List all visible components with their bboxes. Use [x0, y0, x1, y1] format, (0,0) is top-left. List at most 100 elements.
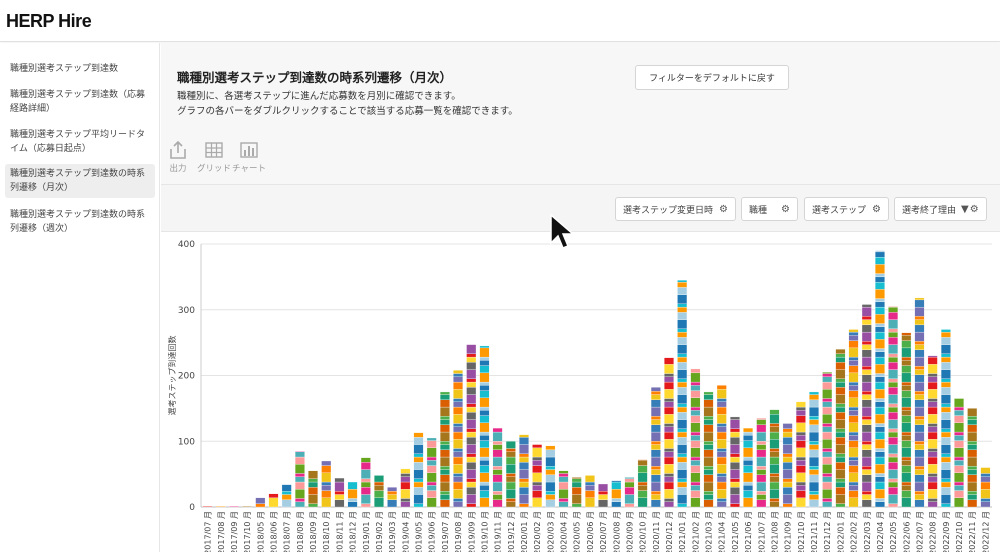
- chart-bar-2019/05[interactable]: [413, 432, 424, 508]
- bar-segment: [822, 439, 833, 449]
- chart-bar-2022/11[interactable]: [967, 408, 978, 508]
- chart-bar-2022/03[interactable]: [861, 304, 872, 508]
- chart-bar-2019/08[interactable]: [453, 370, 463, 508]
- chart-bar-2019/02[interactable]: [374, 475, 384, 508]
- chart-bar-2022/02[interactable]: [848, 329, 859, 508]
- chart-bar-2019/06[interactable]: [426, 437, 437, 508]
- chart-bar-2019/10[interactable]: [479, 345, 490, 508]
- chart-bar-2019/03[interactable]: [387, 487, 398, 508]
- app-logo[interactable]: HERP Hire: [6, 11, 92, 32]
- chart-bar-2020/03[interactable]: [545, 445, 556, 508]
- bar-segment: [782, 469, 793, 479]
- chart-bar-2018/05[interactable]: [255, 497, 266, 508]
- bar-segment: [835, 478, 846, 483]
- chart-bar-2021/05[interactable]: [730, 416, 740, 508]
- chart-bar-2020/07[interactable]: [598, 483, 608, 508]
- grid-view-button[interactable]: グリッド: [197, 140, 231, 174]
- chart-view-button[interactable]: チャート: [231, 140, 267, 174]
- chart-bar-2022/12[interactable]: [980, 467, 991, 508]
- chart-bar-2020/10[interactable]: [637, 459, 648, 508]
- filter-date-button[interactable]: 選考ステップ変更日時 ⚙: [615, 197, 736, 221]
- chart-bar-2018/09[interactable]: [308, 470, 318, 508]
- chart-bar-2021/08[interactable]: [769, 409, 780, 508]
- bar-segment: [677, 294, 688, 304]
- chart-bar-2020/08[interactable]: [611, 480, 622, 508]
- bar-segment: [875, 464, 885, 474]
- chart-bar-2019/01[interactable]: [360, 457, 371, 508]
- bar-segment: [439, 406, 450, 417]
- chart-bar-2022/07[interactable]: [914, 297, 925, 508]
- chart-bar-2020/02[interactable]: [532, 444, 543, 508]
- bar-segment: [940, 444, 951, 454]
- chart-bar-2018/12[interactable]: [347, 481, 358, 508]
- chart-bar-2020/11[interactable]: [650, 387, 661, 508]
- bar-segment: [769, 481, 780, 490]
- chart-bar-2022/08[interactable]: [927, 355, 938, 508]
- bar-segment: [940, 369, 951, 379]
- chart-bar-2020/09[interactable]: [624, 477, 635, 508]
- chart-bar-2021/03[interactable]: [703, 391, 714, 508]
- chart-bar-2017/10[interactable]: [242, 506, 253, 508]
- sidebar-item-lead-time[interactable]: 職種別選考ステップ平均リードタイム（応募日起点）: [5, 125, 155, 159]
- bar-segment: [439, 444, 450, 450]
- bar-segment: [716, 473, 727, 477]
- sidebar-item-step-count-source[interactable]: 職種別選考ステップ到達数（応募経路詳細）: [5, 85, 155, 119]
- sidebar-item-monthly-trend[interactable]: 職種別選考ステップ到達数の時系列遷移（月次）: [5, 164, 155, 198]
- reset-filters-button[interactable]: フィルターをデフォルトに戻す: [635, 65, 789, 90]
- chart-bar-2021/06[interactable]: [743, 427, 754, 508]
- chart-bar-2022/01[interactable]: [835, 349, 846, 508]
- chart-bar-2018/08[interactable]: [294, 450, 305, 508]
- chart-bar-2017/09[interactable]: [229, 506, 239, 508]
- chart-bar-2018/10[interactable]: [321, 460, 332, 508]
- chart-bar-2021/09[interactable]: [782, 423, 793, 508]
- bar-segment: [901, 415, 912, 423]
- filter-step-button[interactable]: 選考ステップ ⚙: [804, 197, 889, 221]
- chart-bar-2021/12[interactable]: [822, 372, 833, 508]
- chart-bar-2018/11[interactable]: [334, 477, 345, 508]
- sidebar-item-weekly-trend[interactable]: 職種別選考ステップ到達数の時系列遷移（週次）: [5, 205, 155, 239]
- filter-job-button[interactable]: 職種 ⚙: [741, 197, 798, 221]
- bar-segment: [940, 478, 951, 483]
- bar-segment: [967, 456, 978, 467]
- chart-bar-2019/12[interactable]: [505, 441, 516, 508]
- chart-bar-2022/05[interactable]: [888, 306, 899, 508]
- bar-segment: [439, 441, 450, 445]
- bar-segment: [914, 494, 925, 500]
- bar-segment: [861, 349, 872, 358]
- bar-segment: [875, 281, 885, 290]
- chart-bar-2021/11[interactable]: [809, 391, 819, 508]
- chart-bar-2022/09[interactable]: [940, 329, 951, 508]
- chart-bar-2022/10[interactable]: [954, 398, 964, 508]
- bar-segment: [861, 466, 872, 470]
- bar-segment: [466, 378, 477, 383]
- chart-bar-2020/01[interactable]: [519, 434, 529, 508]
- filter-reason-button[interactable]: 選考終了理由 ▼ ⚙: [894, 197, 987, 221]
- bar-segment: [835, 431, 846, 438]
- chart-bar-2020/06[interactable]: [585, 475, 595, 508]
- stacked-bar-chart[interactable]: 0 100 200 300 400 選考ステップ到達回数 2017/07 月 2017/08 …: [161, 232, 1000, 552]
- chart-bar-2021/02[interactable]: [690, 368, 701, 508]
- bar-segment: [954, 422, 964, 433]
- chart-bar-2022/04[interactable]: [875, 250, 885, 508]
- chart-bar-2020/05[interactable]: [571, 477, 582, 508]
- chart-bar-2019/11[interactable]: [492, 427, 503, 508]
- bar-segment: [479, 431, 490, 436]
- chart-bar-2021/10[interactable]: [795, 401, 806, 508]
- chart-bar-2021/04[interactable]: [716, 385, 727, 508]
- chart-bar-2020/04[interactable]: [558, 470, 569, 508]
- chart-bar-2017/08[interactable]: [215, 506, 226, 508]
- chart-bar-2019/04[interactable]: [400, 468, 411, 508]
- chart-bar-2018/07[interactable]: [281, 484, 292, 508]
- chart-bar-2021/07[interactable]: [756, 418, 767, 508]
- chart-bar-2021/01[interactable]: [677, 280, 688, 508]
- sidebar-item-step-count[interactable]: 職種別選考ステップ到達数: [5, 59, 155, 79]
- export-button[interactable]: 出力: [167, 140, 189, 174]
- chart-bar-2020/12[interactable]: [664, 357, 674, 508]
- chart-bar-2017/07[interactable]: [202, 506, 213, 508]
- chart-bar-2019/07[interactable]: [439, 391, 450, 508]
- chart-bar-2018/06[interactable]: [268, 493, 279, 508]
- bar-segment: [940, 329, 951, 333]
- chart-bar-2019/09[interactable]: [466, 344, 477, 508]
- bar-segment: [967, 431, 978, 442]
- chart-bar-2022/06[interactable]: [901, 332, 912, 508]
